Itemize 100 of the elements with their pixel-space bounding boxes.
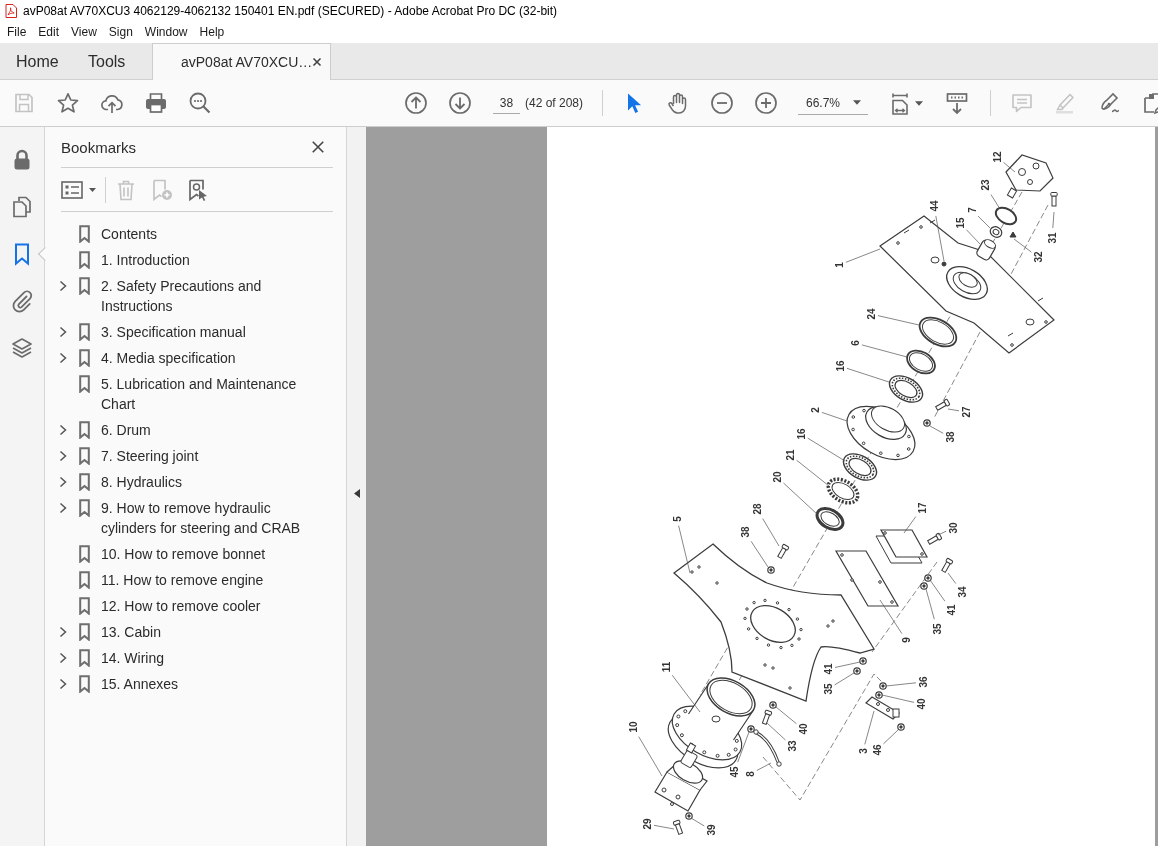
drive-motor: [654, 742, 708, 812]
page-number-field[interactable]: 38: [493, 92, 520, 114]
bearing: [888, 375, 924, 403]
tab[interactable]: avP08at AV70XCU…: [152, 43, 331, 80]
hydraulic-motor: [1005, 154, 1054, 199]
bookmark-item[interactable]: 1. Introduction: [79, 250, 321, 270]
bookmark-item[interactable]: 4. Media specification: [79, 348, 321, 368]
zoom-field[interactable]: 66.7%: [798, 91, 868, 115]
bolt: [927, 532, 943, 545]
menu-item[interactable]: Edit: [32, 22, 66, 43]
chevron-right-icon[interactable]: [58, 450, 68, 462]
leader-line: [846, 367, 890, 383]
star-icon[interactable]: [56, 91, 80, 115]
bookmark-item[interactable]: 7. Steering joint: [79, 446, 321, 466]
callout-number: 6: [849, 340, 861, 346]
bookmark-item[interactable]: Contents: [79, 224, 321, 244]
menu-item[interactable]: Window: [138, 22, 194, 43]
leader-line: [929, 425, 944, 434]
arrow-up-circle-icon[interactable]: [404, 91, 428, 115]
leader-line: [766, 722, 786, 741]
close-icon[interactable]: [311, 140, 325, 154]
chevron-right-icon[interactable]: [58, 652, 68, 664]
chevron-right-icon[interactable]: [58, 424, 68, 436]
bookmark-item[interactable]: 15. Annexes: [79, 674, 321, 694]
bookmark-icon: [79, 473, 90, 491]
leader-line: [864, 710, 875, 745]
caret-icon[interactable]: [853, 100, 861, 105]
chevron-right-icon[interactable]: [58, 280, 68, 292]
chevron-right-icon[interactable]: [58, 626, 68, 638]
chevron-right-icon[interactable]: [58, 326, 68, 338]
close-icon[interactable]: [312, 57, 323, 67]
callout-number: 20: [771, 471, 783, 483]
tab[interactable]: Tools: [72, 43, 152, 80]
leader-line: [977, 215, 991, 229]
arrow-down-circle-icon[interactable]: [448, 91, 472, 115]
seal-ring: [918, 316, 958, 348]
search-icon[interactable]: [188, 91, 212, 115]
printer-icon[interactable]: [144, 91, 168, 115]
chevron-right-icon[interactable]: [58, 352, 68, 364]
chevron-right-icon[interactable]: [58, 476, 68, 488]
leader-line: [1013, 238, 1032, 253]
chevron-right-icon[interactable]: [58, 502, 68, 514]
bookmark-item[interactable]: 10. How to remove bonnet: [79, 544, 321, 564]
nut: [767, 566, 775, 574]
menu-item[interactable]: File: [1, 22, 33, 43]
bookmark-icon: [79, 421, 90, 439]
chevron-right-icon[interactable]: [58, 678, 68, 690]
callout-number: 30: [947, 522, 959, 534]
ring: [815, 507, 845, 531]
scroll-mode-icon[interactable]: [945, 91, 969, 115]
ring: [906, 349, 936, 375]
layers-icon[interactable]: [10, 336, 34, 360]
callout-number: 23: [979, 179, 991, 191]
zoom-in-icon[interactable]: [754, 91, 778, 115]
zoom-out-icon[interactable]: [710, 91, 734, 115]
callout-number: 36: [917, 676, 929, 688]
leader-line: [690, 817, 705, 827]
collapse-arrow-icon[interactable]: [353, 488, 360, 498]
hose: [753, 729, 782, 767]
paperclip-icon[interactable]: [10, 289, 34, 313]
leader-line: [796, 459, 830, 487]
bookmark-item[interactable]: 13. Cabin: [79, 622, 321, 642]
bookmark-item[interactable]: 14. Wiring: [79, 648, 321, 668]
panel-title: Bookmarks: [61, 138, 137, 156]
bookmark-item[interactable]: 9. How to remove hydraulic cylinders for steering and CRAB: [79, 498, 321, 538]
caret-icon[interactable]: [915, 100, 923, 106]
bookmark-icon: [79, 623, 90, 641]
callout-number: 44: [928, 200, 940, 212]
callout-number: 41: [822, 663, 834, 675]
callout-number: 46: [871, 744, 883, 756]
callout-number: 39: [705, 824, 717, 836]
bookmark-item[interactable]: 2. Safety Precautions and Instructions: [79, 276, 321, 316]
nut: [923, 419, 931, 427]
callout-number: 38: [739, 526, 751, 538]
bookmark-item[interactable]: 6. Drum: [79, 420, 321, 440]
bookmark-item[interactable]: 3. Specification manual: [79, 322, 321, 342]
bookmark-item[interactable]: 12. How to remove cooler: [79, 596, 321, 616]
bookmark-item[interactable]: 8. Hydraulics: [79, 472, 321, 492]
bookmark-icon: [79, 675, 90, 693]
callout-number: 10: [627, 721, 639, 733]
gear-ring: [826, 477, 860, 505]
menu-item[interactable]: View: [65, 22, 103, 43]
bookmark-item[interactable]: 5. Lubrication and Maintenance Chart: [79, 374, 321, 414]
callout-number: 40: [797, 723, 809, 735]
callout-number: 7: [966, 207, 978, 213]
list-options-icon[interactable]: [61, 180, 83, 199]
page-count: (42 of 208): [525, 96, 585, 110]
menu-item[interactable]: Help: [193, 22, 231, 43]
callout-number: 5: [671, 516, 683, 522]
callout-number: 28: [751, 503, 763, 515]
pen-nib-icon[interactable]: [1098, 91, 1122, 115]
bookmark-item[interactable]: 11. How to remove engine: [79, 570, 321, 590]
menu-item[interactable]: Sign: [102, 22, 139, 43]
bookmark-icon: [79, 277, 90, 295]
leader-line: [783, 482, 818, 515]
pages-icon[interactable]: [10, 195, 34, 219]
callout-number: 45: [728, 766, 740, 778]
caret-icon[interactable]: [89, 187, 96, 192]
bookmark-icon: [79, 447, 90, 465]
tab[interactable]: Home: [0, 43, 72, 80]
